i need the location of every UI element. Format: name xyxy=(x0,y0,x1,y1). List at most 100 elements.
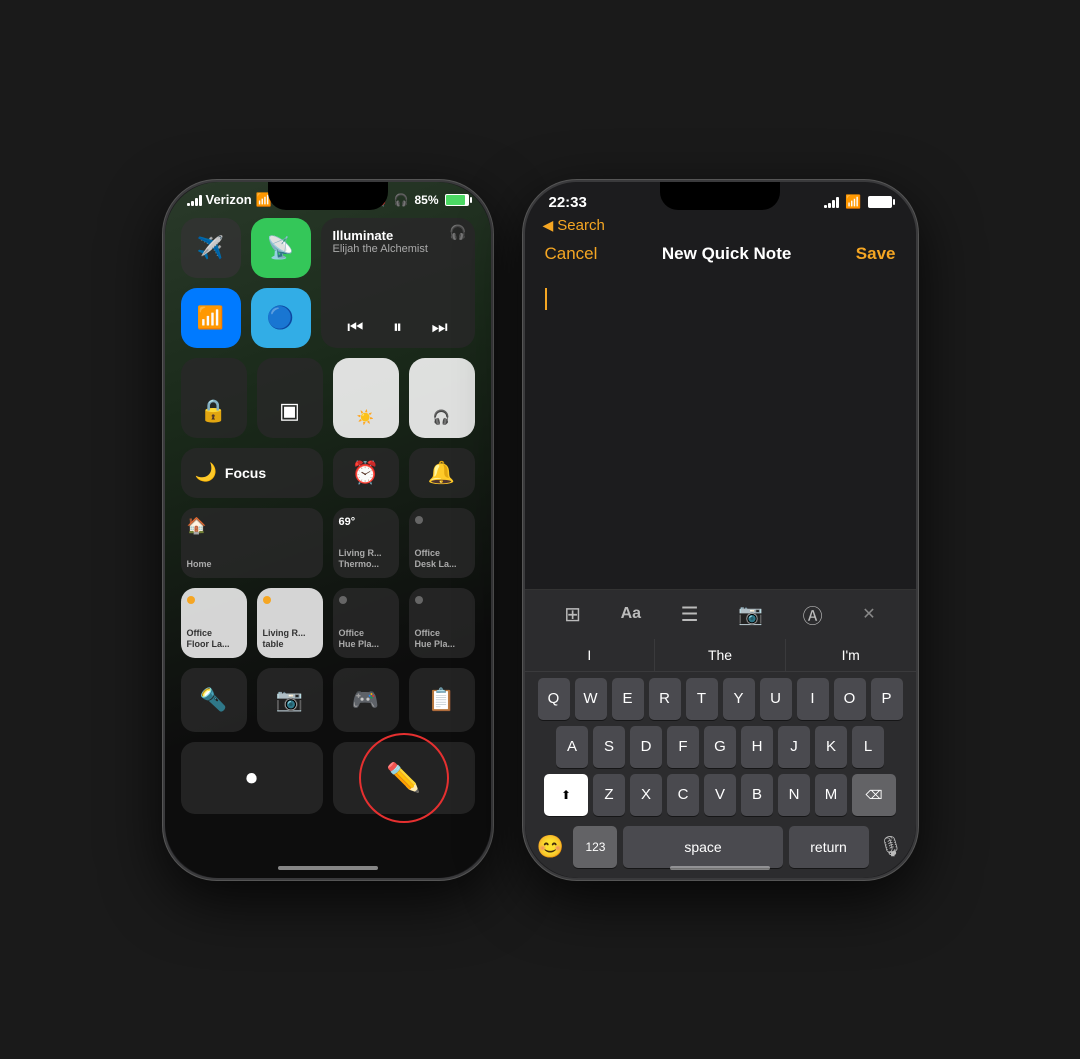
desk-lamp-button[interactable]: OfficeDesk La... xyxy=(409,508,475,578)
right-signal-icon xyxy=(824,196,839,208)
next-button[interactable]: ⏭ xyxy=(432,317,448,338)
connectivity-row: ✈️ 📡 📶 🔵 🎧 Illuminate xyxy=(181,218,475,348)
key-f[interactable]: F xyxy=(667,726,699,768)
key-j[interactable]: J xyxy=(778,726,810,768)
thermo-label: Living R...Thermo... xyxy=(339,548,382,570)
key-k[interactable]: K xyxy=(815,726,847,768)
key-y[interactable]: Y xyxy=(723,678,755,720)
notch xyxy=(268,182,388,210)
screen-mirror-button[interactable]: ▣ xyxy=(257,358,323,438)
office-floor-button[interactable]: OfficeFloor La... xyxy=(181,588,247,658)
key-s[interactable]: S xyxy=(593,726,625,768)
back-arrow-icon: ◀ xyxy=(543,217,554,234)
annotate-icon[interactable]: Ⓐ xyxy=(803,600,823,629)
notes-button[interactable]: 📋 xyxy=(409,668,475,732)
prev-button[interactable]: ⏮ xyxy=(347,317,363,338)
music-controls: ⏮ ⏸ ⏭ xyxy=(333,317,463,338)
camera-button[interactable]: 📷 xyxy=(257,668,323,732)
carrier-info: Verizon 📶 xyxy=(187,192,272,208)
brightness-slider[interactable]: ☀️ xyxy=(333,358,399,438)
format-icon[interactable]: Aa xyxy=(621,605,641,623)
hue-2-button[interactable]: OfficeHue Pla... xyxy=(409,588,475,658)
pred-item-3[interactable]: I'm xyxy=(786,639,916,671)
key-t[interactable]: T xyxy=(686,678,718,720)
notes-screen: 22:33 📶 ◀ Search Cancel xyxy=(525,182,916,878)
cancel-button[interactable]: Cancel xyxy=(545,244,598,264)
key-l[interactable]: L xyxy=(852,726,884,768)
key-e[interactable]: E xyxy=(612,678,644,720)
airplane-button[interactable]: ✈️ xyxy=(181,218,241,278)
focus-row: 🌙 Focus ⏰ 🔔 xyxy=(181,448,475,498)
delete-key[interactable]: ⌫ xyxy=(852,774,896,816)
key-o[interactable]: O xyxy=(834,678,866,720)
right-status-icons: 📶 xyxy=(824,194,891,210)
home-button[interactable]: 🏠 Home xyxy=(181,508,323,578)
key-u[interactable]: U xyxy=(760,678,792,720)
key-r[interactable]: R xyxy=(649,678,681,720)
pred-item-2[interactable]: The xyxy=(655,639,786,671)
key-w[interactable]: W xyxy=(575,678,607,720)
scribble-button[interactable]: ✏️ xyxy=(333,742,475,814)
key-m[interactable]: M xyxy=(815,774,847,816)
key-h[interactable]: H xyxy=(741,726,773,768)
thermostat-button[interactable]: 69° Living R...Thermo... xyxy=(333,508,399,578)
pred-item-1[interactable]: I xyxy=(525,639,656,671)
signal-icon xyxy=(187,194,202,206)
key-a[interactable]: A xyxy=(556,726,588,768)
wifi-status-icon: 📶 xyxy=(845,194,861,210)
home-bar[interactable] xyxy=(278,866,378,870)
key-v[interactable]: V xyxy=(704,774,736,816)
close-toolbar-icon[interactable]: ✕ xyxy=(862,604,875,624)
key-c[interactable]: C xyxy=(667,774,699,816)
back-label[interactable]: Search xyxy=(557,217,605,234)
microphone-button[interactable]: 🎙 xyxy=(874,834,907,859)
cellular-button[interactable]: 📡 xyxy=(251,218,311,278)
orientation-lock-button[interactable]: 🔒 xyxy=(181,358,247,438)
key-x[interactable]: X xyxy=(630,774,662,816)
key-d[interactable]: D xyxy=(630,726,662,768)
key-g[interactable]: G xyxy=(704,726,736,768)
key-p[interactable]: P xyxy=(871,678,903,720)
music-widget[interactable]: 🎧 Illuminate Elijah the Alchemist ⏮ ⏸ ⏭ xyxy=(321,218,475,348)
list-icon[interactable]: ☰ xyxy=(681,602,699,627)
table-lamp-indicator xyxy=(263,596,271,604)
do-not-disturb-button[interactable]: ⏰ xyxy=(333,448,399,498)
record-button[interactable]: ⏺ xyxy=(181,742,323,814)
space-key[interactable]: space xyxy=(623,826,783,868)
key-q[interactable]: Q xyxy=(538,678,570,720)
focus-button[interactable]: 🌙 Focus xyxy=(181,448,323,498)
key-n[interactable]: N xyxy=(778,774,810,816)
carrier-label: Verizon xyxy=(206,192,252,207)
alarm-button[interactable]: 🔔 xyxy=(409,448,475,498)
shift-key[interactable]: ⬆ xyxy=(544,774,588,816)
hue-1-button[interactable]: OfficeHue Pla... xyxy=(333,588,399,658)
camera-icon: 📷 xyxy=(276,687,303,713)
pause-button[interactable]: ⏸ xyxy=(393,317,402,338)
emoji-button[interactable]: 😊 xyxy=(533,834,568,860)
save-button[interactable]: Save xyxy=(856,244,896,264)
flashlight-button[interactable]: 🔦 xyxy=(181,668,247,732)
home-label: Home xyxy=(187,559,212,570)
camera-toolbar-icon[interactable]: 📷 xyxy=(738,602,763,627)
return-key[interactable]: return xyxy=(789,826,869,868)
note-body[interactable] xyxy=(525,274,916,589)
remote-icon: 🎮 xyxy=(352,687,379,713)
temp-value: 69° xyxy=(339,516,356,528)
remote-button[interactable]: 🎮 xyxy=(333,668,399,732)
desk-lamp-label: OfficeDesk La... xyxy=(415,548,457,570)
key-i[interactable]: I xyxy=(797,678,829,720)
numbers-key[interactable]: 123 xyxy=(573,826,617,868)
key-z[interactable]: Z xyxy=(593,774,625,816)
right-home-bar[interactable] xyxy=(670,866,770,870)
volume-slider[interactable]: 🎧 xyxy=(409,358,475,438)
back-nav[interactable]: ◀ Search xyxy=(525,215,916,240)
living-table-button[interactable]: Living R...table xyxy=(257,588,323,658)
keyboard-row-a: A S D F G H J K L xyxy=(529,726,912,768)
keyboard-row-q: Q W E R T Y U I O P xyxy=(529,678,912,720)
headphones-music-icon: 🎧 xyxy=(449,224,466,241)
key-b[interactable]: B xyxy=(741,774,773,816)
bluetooth-button[interactable]: 🔵 xyxy=(251,288,311,348)
office-floor-label: OfficeFloor La... xyxy=(187,628,230,650)
wifi-button[interactable]: 📶 xyxy=(181,288,241,348)
table-icon[interactable]: ⊞ xyxy=(564,602,581,627)
